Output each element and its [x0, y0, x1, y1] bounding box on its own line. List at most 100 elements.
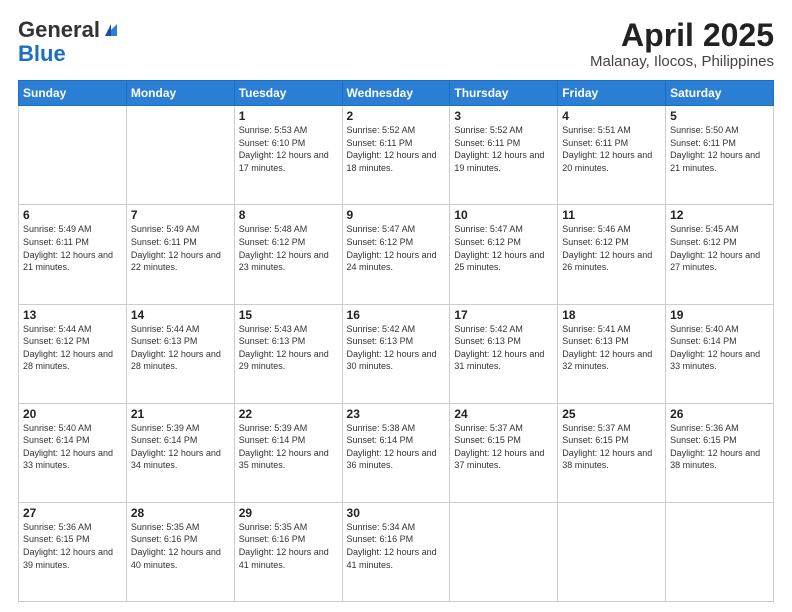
table-row: 19Sunrise: 5:40 AM Sunset: 6:14 PM Dayli… [666, 304, 774, 403]
table-row: 16Sunrise: 5:42 AM Sunset: 6:13 PM Dayli… [342, 304, 450, 403]
table-row [666, 502, 774, 601]
header: General Blue April 2025 Malanay, Ilocos, [18, 18, 774, 70]
day-number: 25 [562, 407, 661, 421]
day-info: Sunrise: 5:49 AM Sunset: 6:11 PM Dayligh… [23, 223, 122, 273]
day-number: 7 [131, 208, 230, 222]
logo-text: General [18, 18, 100, 42]
calendar-title: April 2025 [590, 18, 774, 53]
logo-icon [101, 20, 121, 40]
day-info: Sunrise: 5:44 AM Sunset: 6:12 PM Dayligh… [23, 323, 122, 373]
col-tuesday: Tuesday [234, 81, 342, 106]
day-number: 14 [131, 308, 230, 322]
table-row [126, 106, 234, 205]
calendar-body: 1Sunrise: 5:53 AM Sunset: 6:10 PM Daylig… [19, 106, 774, 602]
day-number: 23 [347, 407, 446, 421]
day-number: 20 [23, 407, 122, 421]
day-number: 18 [562, 308, 661, 322]
day-info: Sunrise: 5:35 AM Sunset: 6:16 PM Dayligh… [239, 521, 338, 571]
day-number: 5 [670, 109, 769, 123]
table-row: 10Sunrise: 5:47 AM Sunset: 6:12 PM Dayli… [450, 205, 558, 304]
logo-general: General [18, 17, 100, 42]
table-row: 1Sunrise: 5:53 AM Sunset: 6:10 PM Daylig… [234, 106, 342, 205]
title-block: April 2025 Malanay, Ilocos, Philippines [590, 18, 774, 70]
calendar-header-row: Sunday Monday Tuesday Wednesday Thursday… [19, 81, 774, 106]
day-info: Sunrise: 5:40 AM Sunset: 6:14 PM Dayligh… [23, 422, 122, 472]
day-number: 8 [239, 208, 338, 222]
day-info: Sunrise: 5:47 AM Sunset: 6:12 PM Dayligh… [454, 223, 553, 273]
day-number: 29 [239, 506, 338, 520]
table-row [450, 502, 558, 601]
table-row: 14Sunrise: 5:44 AM Sunset: 6:13 PM Dayli… [126, 304, 234, 403]
day-number: 21 [131, 407, 230, 421]
day-info: Sunrise: 5:42 AM Sunset: 6:13 PM Dayligh… [454, 323, 553, 373]
table-row: 8Sunrise: 5:48 AM Sunset: 6:12 PM Daylig… [234, 205, 342, 304]
day-number: 13 [23, 308, 122, 322]
table-row: 11Sunrise: 5:46 AM Sunset: 6:12 PM Dayli… [558, 205, 666, 304]
day-number: 6 [23, 208, 122, 222]
day-number: 11 [562, 208, 661, 222]
day-info: Sunrise: 5:44 AM Sunset: 6:13 PM Dayligh… [131, 323, 230, 373]
col-friday: Friday [558, 81, 666, 106]
calendar-week-row: 20Sunrise: 5:40 AM Sunset: 6:14 PM Dayli… [19, 403, 774, 502]
table-row: 21Sunrise: 5:39 AM Sunset: 6:14 PM Dayli… [126, 403, 234, 502]
table-row: 6Sunrise: 5:49 AM Sunset: 6:11 PM Daylig… [19, 205, 127, 304]
table-row: 18Sunrise: 5:41 AM Sunset: 6:13 PM Dayli… [558, 304, 666, 403]
table-row: 17Sunrise: 5:42 AM Sunset: 6:13 PM Dayli… [450, 304, 558, 403]
day-number: 12 [670, 208, 769, 222]
day-info: Sunrise: 5:40 AM Sunset: 6:14 PM Dayligh… [670, 323, 769, 373]
day-number: 15 [239, 308, 338, 322]
col-monday: Monday [126, 81, 234, 106]
day-info: Sunrise: 5:52 AM Sunset: 6:11 PM Dayligh… [454, 124, 553, 174]
calendar-table: Sunday Monday Tuesday Wednesday Thursday… [18, 80, 774, 602]
day-number: 28 [131, 506, 230, 520]
day-info: Sunrise: 5:53 AM Sunset: 6:10 PM Dayligh… [239, 124, 338, 174]
day-info: Sunrise: 5:46 AM Sunset: 6:12 PM Dayligh… [562, 223, 661, 273]
table-row: 5Sunrise: 5:50 AM Sunset: 6:11 PM Daylig… [666, 106, 774, 205]
day-info: Sunrise: 5:43 AM Sunset: 6:13 PM Dayligh… [239, 323, 338, 373]
day-number: 4 [562, 109, 661, 123]
table-row: 23Sunrise: 5:38 AM Sunset: 6:14 PM Dayli… [342, 403, 450, 502]
day-number: 24 [454, 407, 553, 421]
table-row: 29Sunrise: 5:35 AM Sunset: 6:16 PM Dayli… [234, 502, 342, 601]
col-wednesday: Wednesday [342, 81, 450, 106]
table-row: 27Sunrise: 5:36 AM Sunset: 6:15 PM Dayli… [19, 502, 127, 601]
day-info: Sunrise: 5:35 AM Sunset: 6:16 PM Dayligh… [131, 521, 230, 571]
calendar-week-row: 1Sunrise: 5:53 AM Sunset: 6:10 PM Daylig… [19, 106, 774, 205]
logo-blue: Blue [18, 41, 66, 66]
page: General Blue April 2025 Malanay, Ilocos, [0, 0, 792, 612]
table-row [19, 106, 127, 205]
day-number: 16 [347, 308, 446, 322]
day-info: Sunrise: 5:36 AM Sunset: 6:15 PM Dayligh… [23, 521, 122, 571]
table-row: 13Sunrise: 5:44 AM Sunset: 6:12 PM Dayli… [19, 304, 127, 403]
table-row: 22Sunrise: 5:39 AM Sunset: 6:14 PM Dayli… [234, 403, 342, 502]
table-row: 4Sunrise: 5:51 AM Sunset: 6:11 PM Daylig… [558, 106, 666, 205]
table-row: 7Sunrise: 5:49 AM Sunset: 6:11 PM Daylig… [126, 205, 234, 304]
calendar-week-row: 6Sunrise: 5:49 AM Sunset: 6:11 PM Daylig… [19, 205, 774, 304]
table-row [558, 502, 666, 601]
day-info: Sunrise: 5:48 AM Sunset: 6:12 PM Dayligh… [239, 223, 338, 273]
day-info: Sunrise: 5:37 AM Sunset: 6:15 PM Dayligh… [562, 422, 661, 472]
day-info: Sunrise: 5:49 AM Sunset: 6:11 PM Dayligh… [131, 223, 230, 273]
table-row: 9Sunrise: 5:47 AM Sunset: 6:12 PM Daylig… [342, 205, 450, 304]
calendar-subtitle: Malanay, Ilocos, Philippines [590, 53, 774, 70]
day-number: 22 [239, 407, 338, 421]
table-row: 30Sunrise: 5:34 AM Sunset: 6:16 PM Dayli… [342, 502, 450, 601]
table-row: 24Sunrise: 5:37 AM Sunset: 6:15 PM Dayli… [450, 403, 558, 502]
day-number: 9 [347, 208, 446, 222]
table-row: 2Sunrise: 5:52 AM Sunset: 6:11 PM Daylig… [342, 106, 450, 205]
day-number: 2 [347, 109, 446, 123]
col-thursday: Thursday [450, 81, 558, 106]
day-info: Sunrise: 5:47 AM Sunset: 6:12 PM Dayligh… [347, 223, 446, 273]
day-number: 3 [454, 109, 553, 123]
day-number: 1 [239, 109, 338, 123]
day-info: Sunrise: 5:52 AM Sunset: 6:11 PM Dayligh… [347, 124, 446, 174]
col-saturday: Saturday [666, 81, 774, 106]
col-sunday: Sunday [19, 81, 127, 106]
table-row: 25Sunrise: 5:37 AM Sunset: 6:15 PM Dayli… [558, 403, 666, 502]
day-number: 27 [23, 506, 122, 520]
calendar-week-row: 27Sunrise: 5:36 AM Sunset: 6:15 PM Dayli… [19, 502, 774, 601]
table-row: 26Sunrise: 5:36 AM Sunset: 6:15 PM Dayli… [666, 403, 774, 502]
day-number: 19 [670, 308, 769, 322]
day-info: Sunrise: 5:37 AM Sunset: 6:15 PM Dayligh… [454, 422, 553, 472]
table-row: 3Sunrise: 5:52 AM Sunset: 6:11 PM Daylig… [450, 106, 558, 205]
